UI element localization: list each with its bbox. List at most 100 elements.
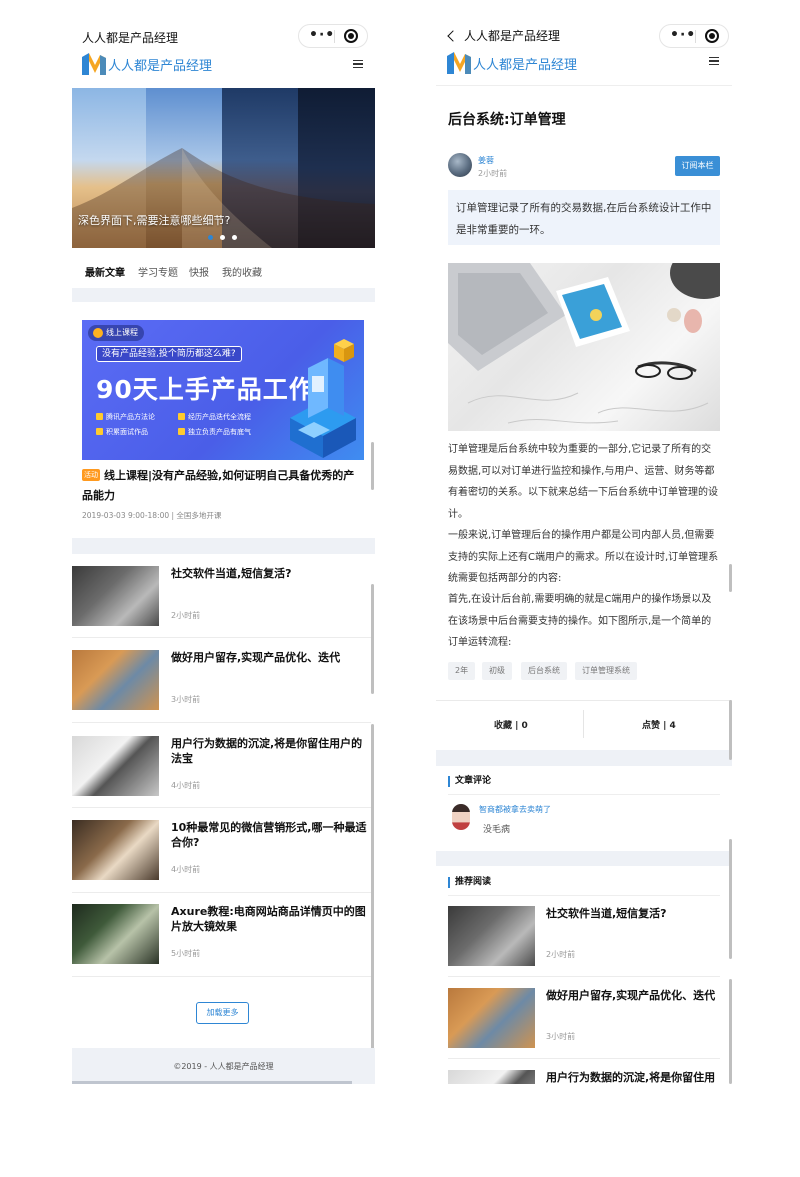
article-paragraph: 首先,在设计后台前,需要明确的就是C端用户的操作场景以及在该场景中后台需要支持的…: [448, 594, 712, 648]
article-time: 2小时前: [546, 950, 576, 959]
author-avatar[interactable]: [448, 153, 472, 177]
scrollbar[interactable]: [729, 564, 732, 592]
article-thumbnail: [72, 736, 159, 796]
capsule-menu[interactable]: •·•: [659, 24, 729, 48]
mini-program-title: 人人都是产品经理: [82, 31, 179, 45]
article-summary: 订单管理记录了所有的交易数据,在后台系统设计工作中是非常重要的一环。: [448, 190, 720, 245]
promo-subtitle: 没有产品经验,投个简历都这么难?: [96, 346, 242, 362]
article-time: 5小时前: [171, 949, 201, 958]
tab-news[interactable]: 快报: [189, 264, 209, 279]
menu-icon[interactable]: [709, 57, 719, 65]
article-paragraph: 订单管理是后台系统中较为重要的一部分,它记录了所有的交易数据,可以对订单进行监控…: [448, 444, 718, 520]
list-item[interactable]: 用户行为数据的沉淀,将是你留住用户的法宝 4小时前: [72, 736, 375, 806]
isometric-illustration: [290, 339, 356, 458]
load-more-button[interactable]: 加载更多: [196, 1002, 249, 1024]
logo-text: 人人都是产品经理: [473, 57, 578, 73]
commenter-name[interactable]: 智商都被拿去卖萌了: [479, 804, 551, 815]
divider-band: [72, 538, 375, 554]
comment-text: 没毛病: [483, 825, 511, 835]
list-item[interactable]: Axure教程:电商网站商品详情页中的图片放大镜效果 5小时前: [72, 904, 375, 974]
promo-feature: 积累面试作品: [96, 427, 148, 437]
dune-shape: [72, 148, 375, 248]
more-dots-icon[interactable]: •·•: [309, 27, 335, 43]
article-thumbnail: [448, 1070, 535, 1084]
article-thumbnail: [72, 650, 159, 710]
list-item[interactable]: 做好用户留存,实现产品优化、迭代 3小时前: [72, 650, 375, 720]
article-title: 做好用户留存,实现产品优化、迭代: [171, 651, 341, 664]
logo-icon: [447, 52, 471, 74]
copyright: ©2019 - 人人都是产品经理: [173, 1062, 274, 1071]
home-screen: 人人都是产品经理 •·• 人人都是产品经理 深色界面下,需要注意哪些细节? 最新…: [72, 24, 375, 1084]
article-tag[interactable]: 订单管理系统: [575, 662, 637, 680]
article-title: 社交软件当道,短信复活?: [546, 907, 667, 920]
author-name[interactable]: 姜蓉: [478, 155, 494, 166]
promo-meta: 2019-03-03 9:00-18:00 | 全国多地开课: [82, 511, 222, 520]
article-title: 用户行为数据的沉淀,将是你留住用户的法宝: [546, 1071, 716, 1084]
list-item[interactable]: 社交软件当道,短信复活? 2小时前: [72, 566, 375, 636]
menu-icon[interactable]: [353, 60, 363, 68]
activity-tag: 活动: [82, 469, 100, 481]
scrollbar[interactable]: [371, 584, 374, 694]
promo-title[interactable]: 活动 线上课程|没有产品经验,如何证明自己具备优秀的产品能力: [82, 466, 358, 506]
post-time: 2小时前: [478, 169, 508, 178]
article-image: [448, 263, 720, 431]
hero-carousel[interactable]: 深色界面下,需要注意哪些细节?: [72, 88, 375, 250]
carousel-dot-3[interactable]: [232, 235, 237, 240]
mini-program-title: 人人都是产品经理: [464, 29, 561, 43]
comments-heading: 文章评论: [448, 776, 491, 787]
promo-feature: 独立负责产品有底气: [178, 427, 251, 437]
site-logo[interactable]: 人人都是产品经理: [82, 52, 212, 76]
promo-badge: 线上课程: [88, 325, 144, 341]
site-logo[interactable]: 人人都是产品经理: [447, 51, 577, 75]
article-title: 用户行为数据的沉淀,将是你留住用户的法宝: [171, 737, 363, 765]
article-time: 3小时前: [546, 1032, 576, 1041]
list-item[interactable]: 10种最常见的微信营销形式,哪一种最适合你? 4小时前: [72, 820, 375, 890]
article-title: 社交软件当道,短信复活?: [171, 567, 292, 580]
subscribe-button[interactable]: 订阅本栏: [675, 156, 720, 176]
scrollbar[interactable]: [371, 442, 374, 490]
tab-favorites[interactable]: 我的收藏: [222, 264, 262, 279]
like-button[interactable]: 点赞 | 4: [642, 718, 676, 731]
article-time: 2小时前: [171, 611, 201, 620]
logo-icon: [82, 53, 106, 75]
list-item[interactable]: 用户行为数据的沉淀,将是你留住用户的法宝: [448, 1070, 732, 1084]
scrollbar[interactable]: [371, 724, 374, 1084]
promo-feature: 腾讯产品方法论: [96, 412, 155, 422]
article-tag[interactable]: 后台系统: [521, 662, 567, 680]
promo-feature: 经历产品迭代全流程: [178, 412, 251, 422]
commenter-avatar[interactable]: [452, 804, 470, 830]
list-item[interactable]: 社交软件当道,短信复活? 2小时前: [448, 906, 732, 968]
favorite-button[interactable]: 收藏 | 0: [494, 718, 528, 731]
divider-band: [436, 750, 732, 766]
article-title: Axure教程:电商网站商品详情页中的图片放大镜效果: [171, 905, 366, 933]
scrollbar[interactable]: [729, 839, 732, 959]
article-paragraph: 一般来说,订单管理后台的操作用户都是公司内部人员,但需要支持的实际上还有C端用户…: [448, 530, 719, 584]
more-dots-icon[interactable]: •·•: [670, 27, 696, 43]
capsule-menu[interactable]: •·•: [298, 24, 368, 48]
recommend-heading: 推荐阅读: [448, 877, 491, 888]
tab-latest[interactable]: 最新文章: [85, 264, 125, 279]
scrollbar[interactable]: [729, 979, 732, 1084]
promo-banner[interactable]: 线上课程 没有产品经验,投个简历都这么难? 90天上手产品工作 腾讯产品方法论 …: [82, 320, 364, 460]
carousel-dot-1[interactable]: [208, 235, 213, 240]
article-title: 做好用户留存,实现产品优化、迭代: [546, 989, 716, 1002]
hero-caption: 深色界面下,需要注意哪些细节?: [78, 214, 231, 227]
tab-topics[interactable]: 学习专题: [138, 264, 178, 279]
article-thumbnail: [448, 988, 535, 1048]
scrollbar[interactable]: [729, 700, 732, 760]
back-icon[interactable]: [447, 30, 459, 42]
list-item[interactable]: 做好用户留存,实现产品优化、迭代 3小时前: [448, 988, 732, 1050]
footer: ©2019 - 人人都是产品经理: [72, 1048, 375, 1084]
article-title: 10种最常见的微信营销形式,哪一种最适合你?: [171, 821, 367, 849]
article-tag[interactable]: 2年: [448, 662, 476, 680]
article-screen: 人人都是产品经理 •·• 人人都是产品经理 后台系统:订单管理 姜蓉 2小时前 …: [436, 24, 732, 1084]
article-tag[interactable]: 初级: [482, 662, 512, 680]
article-time: 3小时前: [171, 695, 201, 704]
divider-band: [436, 851, 732, 866]
close-circle-icon[interactable]: [705, 29, 719, 43]
logo-text: 人人都是产品经理: [108, 58, 213, 74]
close-circle-icon[interactable]: [344, 29, 358, 43]
desk-illustration: [448, 263, 720, 424]
article-thumbnail: [448, 906, 535, 966]
carousel-dot-2[interactable]: [220, 235, 225, 240]
